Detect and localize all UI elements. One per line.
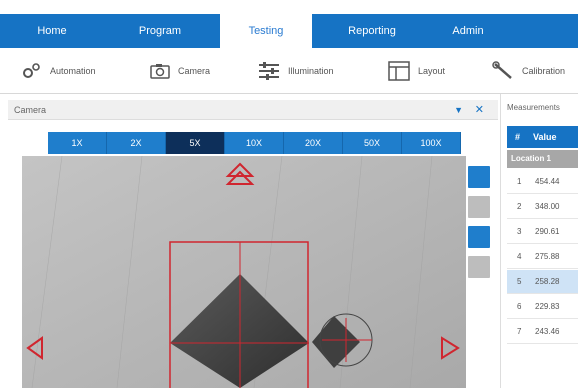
zoom-2x-button[interactable]: 2X xyxy=(107,132,166,154)
layout-button[interactable]: Layout xyxy=(388,48,445,94)
tab-admin[interactable]: Admin xyxy=(430,14,506,48)
row-number: 6 xyxy=(517,302,522,311)
close-icon[interactable]: ✕ xyxy=(475,100,484,120)
row-number: 4 xyxy=(517,252,522,261)
row-number: 7 xyxy=(517,327,522,336)
table-row[interactable]: 6 229.83 xyxy=(507,295,578,319)
zoom-10x-button[interactable]: 10X xyxy=(225,132,284,154)
zoom-5x-button[interactable]: 5X xyxy=(166,132,225,154)
camera-icon xyxy=(150,63,170,79)
table-row-selected[interactable]: 5 258.28 xyxy=(507,270,578,294)
row-value: 348.00 xyxy=(535,202,560,211)
zoom-1x-button[interactable]: 1X xyxy=(48,132,107,154)
tab-testing[interactable]: Testing xyxy=(220,10,312,48)
automation-icon xyxy=(22,62,42,80)
camera-viewport[interactable] xyxy=(22,156,466,388)
table-row[interactable]: 1 454.44 xyxy=(507,170,578,194)
table-row[interactable]: 7 243.46 xyxy=(507,320,578,344)
row-value: 454.44 xyxy=(535,177,560,186)
table-row[interactable]: 4 275.88 xyxy=(507,245,578,269)
row-value: 290.61 xyxy=(535,227,560,236)
tab-program[interactable]: Program xyxy=(114,14,206,48)
col-value: Value xyxy=(533,132,557,142)
settings-tool-button[interactable] xyxy=(468,256,490,278)
ruler-tool-button[interactable] xyxy=(468,166,490,188)
layout-icon xyxy=(388,61,410,81)
row-number: 3 xyxy=(517,227,522,236)
row-number: 1 xyxy=(517,177,522,186)
camera-image xyxy=(22,156,466,388)
table-row[interactable]: 2 348.00 xyxy=(507,195,578,219)
tab-home[interactable]: Home xyxy=(12,14,92,48)
measurements-header: # Value xyxy=(507,126,578,148)
row-number: 5 xyxy=(517,277,522,286)
row-value: 275.88 xyxy=(535,252,560,261)
zoom-50x-button[interactable]: 50X xyxy=(343,132,402,154)
illumination-icon xyxy=(258,62,280,80)
row-number: 2 xyxy=(517,202,522,211)
zoom-20x-button[interactable]: 20X xyxy=(284,132,343,154)
tab-reporting[interactable]: Reporting xyxy=(330,14,414,48)
main-nav: Home Program Testing Reporting Admin xyxy=(0,10,578,48)
layout-label: Layout xyxy=(418,66,446,76)
zoom-selector: 1X 2X 5X 10X 20X 50X 100X xyxy=(48,132,461,154)
illumination-button[interactable]: Illumination xyxy=(258,48,334,94)
location-group: Location 1 xyxy=(507,150,578,168)
camera-button[interactable]: Camera xyxy=(150,48,210,94)
calibration-label: Calibration xyxy=(522,66,566,76)
measurements-panel: Measurements # Value Location 1 1 454.44… xyxy=(500,94,578,388)
calibration-icon xyxy=(492,61,514,81)
zoom-100x-button[interactable]: 100X xyxy=(402,132,461,154)
ribbon-toolbar: Automation Camera Illumination Layout Ca… xyxy=(0,48,578,94)
pin-icon[interactable]: ▼ xyxy=(454,100,463,120)
camera-panel-title: Camera xyxy=(14,105,47,115)
table-row[interactable]: 3 290.61 xyxy=(507,220,578,244)
image-tool-button[interactable] xyxy=(468,196,490,218)
automation-button[interactable]: Automation xyxy=(22,48,96,94)
camera-side-tools xyxy=(468,166,490,286)
camera-label: Camera xyxy=(178,66,211,76)
col-number: # xyxy=(515,132,521,142)
row-value: 229.83 xyxy=(535,302,560,311)
automation-label: Automation xyxy=(50,66,96,76)
row-value: 258.28 xyxy=(535,277,560,286)
measurements-title: Measurements xyxy=(507,103,560,112)
calibration-button[interactable]: Calibration xyxy=(492,48,565,94)
illumination-label: Illumination xyxy=(288,66,334,76)
overlay-tool-button[interactable] xyxy=(468,226,490,248)
camera-panel-header: Camera ▼ ✕ xyxy=(8,100,498,120)
row-value: 243.46 xyxy=(535,327,560,336)
